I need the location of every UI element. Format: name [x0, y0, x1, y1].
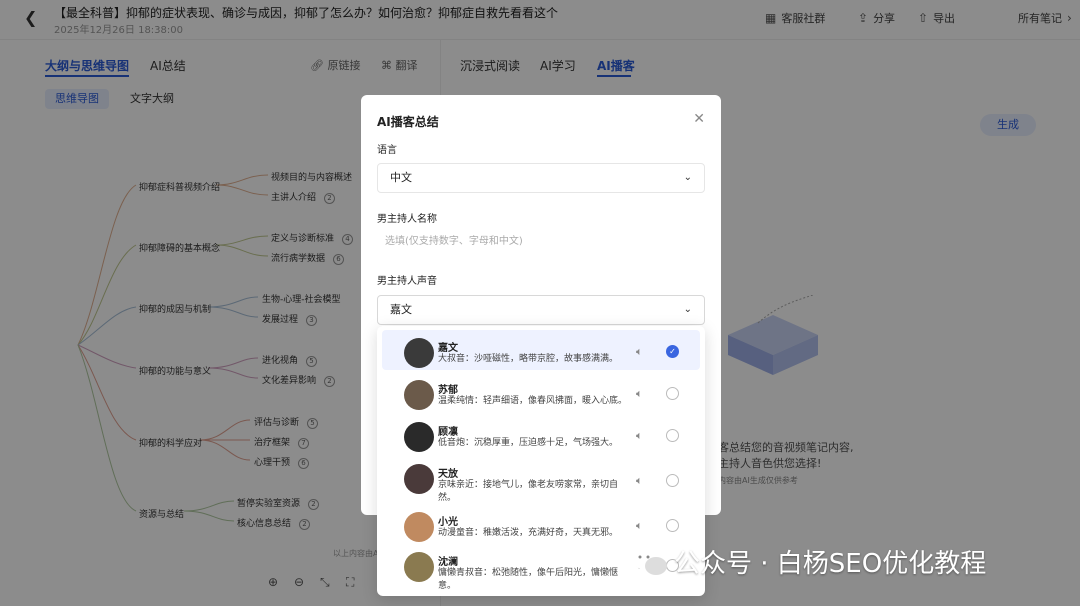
voice-option[interactable]: 顾凛 低音炮：沉稳厚重，压迫感十足，气场强大。 🔈︎ [382, 414, 700, 454]
avatar [404, 380, 434, 410]
host-name-input[interactable]: 选填(仅支持数字、字母和中文) [377, 227, 705, 257]
check-icon[interactable]: ✓ [666, 345, 679, 358]
language-label: 语言 [377, 145, 397, 156]
avatar [404, 552, 434, 582]
speaker-icon[interactable]: 🔈︎ [636, 345, 643, 359]
wechat-icon [631, 548, 667, 575]
watermark: 公众号 · 白杨SEO优化教程 [630, 543, 986, 580]
language-select[interactable]: 中文 ⌄ [377, 163, 705, 193]
voice-option[interactable]: 嘉文 大叔音：沙哑磁性，略带京腔，故事感满满。 🔈︎ ✓ [382, 330, 700, 370]
radio-button[interactable] [666, 429, 679, 442]
avatar [404, 338, 434, 368]
speaker-icon[interactable]: 🔈︎ [636, 474, 643, 488]
speaker-icon[interactable]: 🔈︎ [636, 429, 643, 443]
radio-button[interactable] [666, 387, 679, 400]
chevron-down-icon: ⌄ [683, 172, 692, 183]
host-voice-label: 男主持人声音 [377, 276, 437, 287]
chevron-down-icon: ⌄ [683, 304, 692, 315]
radio-button[interactable] [666, 519, 679, 532]
host-name-label: 男主持人名称 [377, 214, 437, 225]
avatar [404, 464, 434, 494]
speaker-icon[interactable]: 🔈︎ [636, 387, 643, 401]
voice-option[interactable]: 苏郁 温柔纯情：轻声细语，像春风拂面，暖入心底。 🔈︎ [382, 372, 700, 412]
close-icon[interactable]: ✕ [693, 111, 705, 127]
voice-option[interactable]: 天放 京味亲近：接地气儿，像老友唠家常，亲切自然。 🔈︎ [382, 456, 700, 503]
avatar [404, 422, 434, 452]
voice-option[interactable]: 小光 动漫童音：稚嫩活泼，充满好奇，天真无邪。 🔈︎ [382, 504, 700, 544]
radio-button[interactable] [666, 474, 679, 487]
avatar [404, 512, 434, 542]
host-voice-select[interactable]: 嘉文 ⌄ [377, 295, 705, 325]
speaker-icon[interactable]: 🔈︎ [636, 519, 643, 533]
modal-title: AI播客总结 [377, 115, 439, 129]
